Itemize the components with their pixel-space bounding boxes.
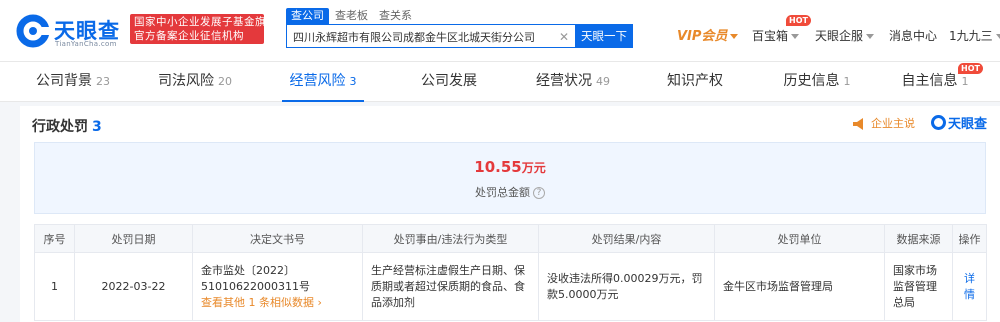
message-center-link[interactable]: 消息中心 (889, 27, 937, 45)
tab-count: 20 (218, 75, 232, 88)
similar-data-link[interactable]: 查看其他 1 条相似数据 › (201, 295, 354, 311)
tab-label: 历史信息 (783, 73, 840, 89)
tab-company-background[interactable]: 公司背景 23 (18, 62, 128, 102)
tab-label: 经营风险 (289, 73, 346, 89)
row-result: 没收违法所得0.00029万元，罚款5.0000万元 (538, 252, 715, 321)
penalty-total-label: 处罚总金额? (35, 184, 985, 200)
tab-count: 1 (843, 75, 851, 88)
tab-operation-risk[interactable]: 经营风险 3 (268, 62, 378, 102)
section-title: 行政处罚 3 (32, 119, 102, 135)
megaphone-icon (853, 118, 863, 130)
row-doc-no: 金市监处〔2022〕51010622000311号 (201, 263, 310, 293)
penalty-summary: 10.55万元 处罚总金额? (34, 142, 986, 214)
detail-link[interactable]: 详情 (964, 272, 975, 301)
tab-operating-status[interactable]: 经营状况 49 (518, 62, 628, 102)
user-menu[interactable]: 1九九三 (949, 27, 1000, 45)
tab-history[interactable]: 历史信息 1 (762, 62, 872, 102)
hot-badge: HOT (786, 15, 811, 26)
enterprise-service-menu[interactable]: 天眼企服 (815, 27, 875, 45)
row-index: 1 (34, 252, 75, 321)
vip-menu[interactable]: VIP会员 (677, 27, 739, 45)
col-date: 处罚日期 (74, 224, 193, 253)
row-date: 2022-03-22 (74, 252, 193, 321)
tab-company-development[interactable]: 公司发展 (394, 62, 504, 102)
search-tab-boss[interactable]: 查老板 (330, 8, 373, 24)
chevron-down-icon (866, 34, 875, 39)
tab-count: 23 (96, 75, 110, 88)
enterprise-speak-link[interactable]: 企业主说 (853, 117, 915, 131)
brand-domain: TianYanCha.com (55, 40, 117, 48)
table-header-row: 序号 处罚日期 决定文书号 处罚事由/违法行为类型 处罚结果/内容 处罚单位 数… (34, 224, 987, 253)
tab-count: 49 (596, 75, 610, 88)
penalty-total-amount: 10.55万元 (474, 158, 546, 176)
tab-label: 经营状况 (536, 73, 592, 89)
enterprise-service-label: 天眼企服 (815, 29, 864, 43)
tianyancha-logo-icon (931, 115, 946, 130)
chevron-down-icon (730, 34, 739, 39)
chevron-down-icon (995, 34, 1000, 39)
treasure-label: 百宝箱 (752, 29, 789, 43)
search-box: ✕ (286, 24, 576, 48)
col-doc-no: 决定文书号 (192, 224, 363, 253)
col-unit: 处罚单位 (714, 224, 885, 253)
company-tabs: 公司背景 23 司法风险 20 经营风险 3 公司发展 经营状况 49 知识产权 历史信… (0, 62, 1000, 102)
gov-badge-line2: 官方备案企业征信机构 (134, 30, 244, 42)
search-tab-company[interactable]: 查公司 (286, 8, 329, 24)
tab-label: 公司发展 (421, 73, 477, 89)
admin-penalty-section: 行政处罚 3 企业主说 天眼查 10.55万元 处罚总金额? 序号 处罚日期 决… (20, 106, 1000, 322)
brand-logo[interactable]: 天眼查 TianYanCha.com (16, 14, 124, 48)
tab-label: 司法风险 (158, 73, 214, 89)
tab-label: 知识产权 (667, 73, 723, 89)
row-reason: 生产经营标注虚假生产日期、保质期或者超过保质期的食品、食品添加剂 (362, 252, 539, 321)
tab-label: 自主信息 (901, 73, 958, 89)
top-header: 天眼查 TianYanCha.com 国家中小企业发展子基金旗下 官方备案企业征… (0, 0, 1000, 62)
enterprise-speak-label: 企业主说 (871, 117, 915, 130)
search-input[interactable] (293, 29, 555, 45)
col-action: 操作 (952, 224, 987, 253)
row-unit: 金牛区市场监督管理局 (714, 252, 885, 321)
amount-unit: 万元 (521, 161, 546, 175)
user-name: 1九九三 (949, 29, 993, 43)
row-action-cell: 详情 (952, 252, 987, 321)
tab-intellectual-property[interactable]: 知识产权 (640, 62, 750, 102)
tab-judicial-risk[interactable]: 司法风险 20 (140, 62, 250, 102)
section-count: 3 (92, 119, 102, 135)
tianyancha-mini-logo: 天眼查 (931, 115, 987, 134)
chevron-down-icon (791, 34, 800, 39)
col-result: 处罚结果/内容 (538, 224, 715, 253)
tab-count: 3 (349, 75, 357, 88)
col-source: 数据来源 (884, 224, 953, 253)
help-icon[interactable]: ? (533, 187, 545, 199)
table-row: 1 2022-03-22 金市监处〔2022〕51010622000311号 查… (34, 252, 987, 321)
tianyancha-logo-icon (16, 14, 50, 48)
vip-label: VIP会员 (677, 29, 728, 44)
row-doc-cell: 金市监处〔2022〕51010622000311号 查看其他 1 条相似数据 › (192, 252, 363, 321)
search-tab-relation[interactable]: 查关系 (374, 8, 417, 24)
tab-count: 1 (961, 75, 969, 88)
col-index: 序号 (34, 224, 75, 253)
row-source: 国家市场监督管理总局 (884, 252, 953, 321)
penalty-table: 序号 处罚日期 决定文书号 处罚事由/违法行为类型 处罚结果/内容 处罚单位 数… (34, 224, 987, 321)
gov-badge: 国家中小企业发展子基金旗下 官方备案企业征信机构 (130, 14, 277, 44)
treasure-menu[interactable]: 百宝箱 (752, 27, 800, 45)
clear-icon[interactable]: ✕ (559, 29, 569, 45)
col-reason: 处罚事由/违法行为类型 (362, 224, 539, 253)
hot-badge: HOT (958, 63, 983, 74)
gov-badge-line1: 国家中小企业发展子基金旗下 (134, 16, 277, 28)
tab-label: 公司背景 (36, 73, 92, 89)
search-button[interactable]: 天眼一下 (575, 24, 633, 48)
